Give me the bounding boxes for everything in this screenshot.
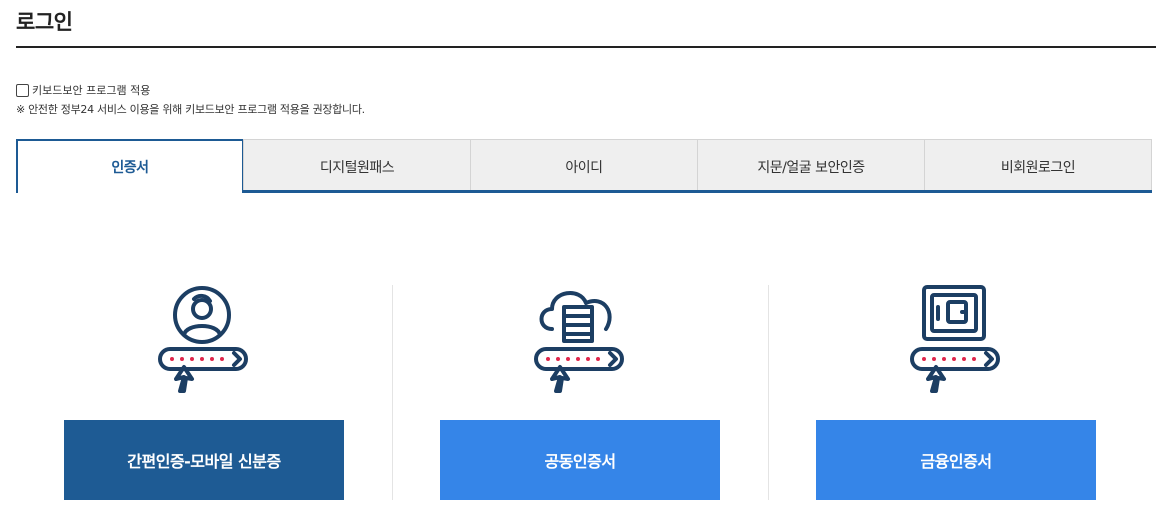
financial-certificate-button[interactable]: 금융인증서 — [816, 420, 1096, 500]
joint-certificate-button[interactable]: 공동인증서 — [440, 420, 720, 500]
tab-label: 지문/얼굴 보안인증 — [757, 159, 865, 176]
option-divider — [768, 285, 769, 500]
title-divider — [16, 46, 1156, 48]
keyboard-security-checkbox[interactable] — [16, 83, 29, 97]
button-label: 간편인증-모바일 신분증 — [127, 452, 281, 471]
keyboard-security-option[interactable]: 키보드보안 프로그램 적용 — [16, 82, 150, 98]
tab-id[interactable]: 아이디 — [470, 139, 698, 193]
keyboard-security-notice: ※ 안전한 정부24 서비스 이용을 위해 키보드보안 프로그램 적용을 권장합… — [16, 103, 365, 116]
keyboard-security-label: 키보드보안 프로그램 적용 — [32, 84, 151, 97]
safe-password-icon — [910, 285, 1000, 393]
tab-label: 디지털원패스 — [319, 159, 395, 176]
login-options: 간편인증-모바일 신분증 공동인증서 금융인증서 — [16, 285, 1152, 505]
tab-label: 비회원로그인 — [1000, 159, 1076, 176]
user-password-icon — [158, 286, 248, 393]
login-method-tabs: 인증서 디지털원패스 아이디 지문/얼굴 보안인증 비회원로그인 — [16, 139, 1152, 193]
option-divider — [392, 285, 393, 500]
tab-label: 아이디 — [565, 159, 603, 176]
tab-label: 인증서 — [111, 160, 149, 176]
tab-biometric[interactable]: 지문/얼굴 보안인증 — [697, 139, 925, 193]
button-label: 금융인증서 — [920, 452, 992, 471]
tab-digital-onepass[interactable]: 디지털원패스 — [243, 139, 471, 193]
button-label: 공동인증서 — [544, 452, 616, 471]
tab-certificate[interactable]: 인증서 — [16, 139, 244, 193]
tab-guest-login[interactable]: 비회원로그인 — [924, 139, 1152, 193]
cloud-server-password-icon — [534, 291, 624, 393]
page-title: 로그인 — [16, 10, 73, 34]
mobile-id-button[interactable]: 간편인증-모바일 신분증 — [64, 420, 344, 500]
